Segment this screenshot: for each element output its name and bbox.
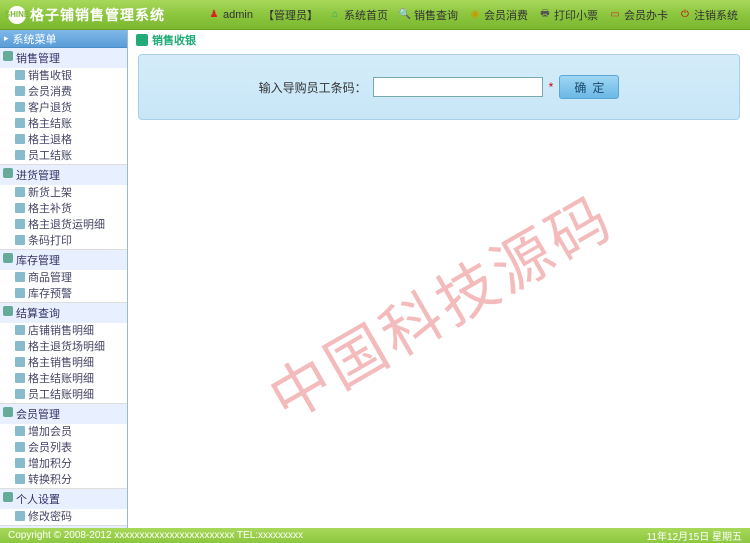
coin-icon: ◉ bbox=[468, 8, 482, 22]
top-toolbar: ♟ admin 【管理员】 ⌂ 系统首页 🔍 销售查询 ◉ 会员消费 🖶 打印小… bbox=[203, 5, 742, 25]
menu-item-3-2[interactable]: 格主销售明细 bbox=[0, 355, 127, 371]
role-label: 【管理员】 bbox=[259, 5, 322, 25]
logout-icon: ⏻ bbox=[678, 8, 692, 22]
app-title: 格子铺销售管理系统 bbox=[30, 5, 165, 25]
menu-group-5[interactable]: 个人设置 bbox=[0, 489, 127, 509]
watermark-text: 中国科技源码 bbox=[251, 170, 627, 437]
menu-item-1-1[interactable]: 格主补货 bbox=[0, 201, 127, 217]
menu-item-2-1[interactable]: 库存预警 bbox=[0, 286, 127, 302]
menu-item-0-0[interactable]: 销售收银 bbox=[0, 68, 127, 84]
nav-sales-query[interactable]: 🔍 销售查询 bbox=[394, 5, 462, 25]
nav-member-consume[interactable]: ◉ 会员消费 bbox=[464, 5, 532, 25]
sidebar: 系统菜单 销售管理销售收银会员消费客户退货格主结账格主退格员工结账进货管理新货上… bbox=[0, 30, 128, 528]
card-icon: ▭ bbox=[608, 8, 622, 22]
current-user: ♟ admin bbox=[203, 6, 257, 24]
menu-group-1[interactable]: 进货管理 bbox=[0, 165, 127, 185]
search-icon: 🔍 bbox=[398, 8, 412, 22]
footer: Copyright © 2008-2012 xxxxxxxxxxxxxxxxxx… bbox=[0, 528, 750, 543]
copyright-text: Copyright © 2008-2012 xxxxxxxxxxxxxxxxxx… bbox=[8, 530, 303, 541]
menu-item-2-0[interactable]: 商品管理 bbox=[0, 270, 127, 286]
menu-item-3-4[interactable]: 员工结账明细 bbox=[0, 387, 127, 403]
menu-item-0-5[interactable]: 员工结账 bbox=[0, 148, 127, 164]
menu-item-4-3[interactable]: 转换积分 bbox=[0, 472, 127, 488]
form-row: 输入导购员工条码： * 确定 bbox=[259, 75, 620, 99]
app-header: SHINE 格子铺销售管理系统 ♟ admin 【管理员】 ⌂ 系统首页 🔍 销… bbox=[0, 0, 750, 30]
nav-print-ticket[interactable]: 🖶 打印小票 bbox=[534, 5, 602, 25]
menu-item-4-1[interactable]: 会员列表 bbox=[0, 440, 127, 456]
menu-item-0-1[interactable]: 会员消费 bbox=[0, 84, 127, 100]
printer-icon: 🖶 bbox=[538, 8, 552, 22]
breadcrumb-icon bbox=[136, 34, 148, 46]
content-area: 销售收银 输入导购员工条码： * 确定 中国科技源码 bbox=[128, 30, 750, 528]
menu-item-0-4[interactable]: 格主退格 bbox=[0, 132, 127, 148]
menu-item-3-3[interactable]: 格主结账明细 bbox=[0, 371, 127, 387]
breadcrumb: 销售收银 bbox=[128, 30, 750, 50]
menu-group-4[interactable]: 会员管理 bbox=[0, 404, 127, 424]
menu-item-1-3[interactable]: 条码打印 bbox=[0, 233, 127, 249]
main-area: 系统菜单 销售管理销售收银会员消费客户退货格主结账格主退格员工结账进货管理新货上… bbox=[0, 30, 750, 528]
nav-member-card[interactable]: ▭ 会员办卡 bbox=[604, 5, 672, 25]
nav-logout[interactable]: ⏻ 注销系统 bbox=[674, 5, 742, 25]
menu-item-5-0[interactable]: 修改密码 bbox=[0, 509, 127, 525]
sidebar-menu[interactable]: 销售管理销售收银会员消费客户退货格主结账格主退格员工结账进货管理新货上架格主补货… bbox=[0, 48, 127, 528]
menu-item-4-2[interactable]: 增加积分 bbox=[0, 456, 127, 472]
menu-item-0-2[interactable]: 客户退货 bbox=[0, 100, 127, 116]
menu-group-0[interactable]: 销售管理 bbox=[0, 48, 127, 68]
logo-area: SHINE 格子铺销售管理系统 bbox=[8, 5, 165, 25]
menu-item-3-1[interactable]: 格主退货场明细 bbox=[0, 339, 127, 355]
menu-group-6[interactable]: 系统设置 bbox=[0, 526, 127, 528]
employee-code-label: 输入导购员工条码： bbox=[259, 79, 367, 96]
menu-item-4-0[interactable]: 增加会员 bbox=[0, 424, 127, 440]
footer-date: 11年12月15日 星期五 bbox=[647, 528, 742, 543]
user-name-label: admin bbox=[223, 9, 253, 21]
employee-code-input[interactable] bbox=[373, 77, 543, 97]
submit-button[interactable]: 确定 bbox=[559, 75, 619, 99]
user-icon: ♟ bbox=[207, 8, 221, 22]
menu-item-1-0[interactable]: 新货上架 bbox=[0, 185, 127, 201]
input-panel: 输入导购员工条码： * 确定 bbox=[138, 54, 740, 120]
sidebar-title: 系统菜单 bbox=[0, 30, 127, 48]
logo-icon: SHINE bbox=[8, 6, 26, 24]
required-mark: * bbox=[549, 80, 554, 94]
menu-group-3[interactable]: 结算查询 bbox=[0, 303, 127, 323]
breadcrumb-title: 销售收银 bbox=[152, 32, 196, 48]
home-icon: ⌂ bbox=[328, 8, 342, 22]
menu-item-0-3[interactable]: 格主结账 bbox=[0, 116, 127, 132]
menu-item-3-0[interactable]: 店铺销售明细 bbox=[0, 323, 127, 339]
menu-group-2[interactable]: 库存管理 bbox=[0, 250, 127, 270]
nav-home[interactable]: ⌂ 系统首页 bbox=[324, 5, 392, 25]
menu-item-1-2[interactable]: 格主退货运明细 bbox=[0, 217, 127, 233]
